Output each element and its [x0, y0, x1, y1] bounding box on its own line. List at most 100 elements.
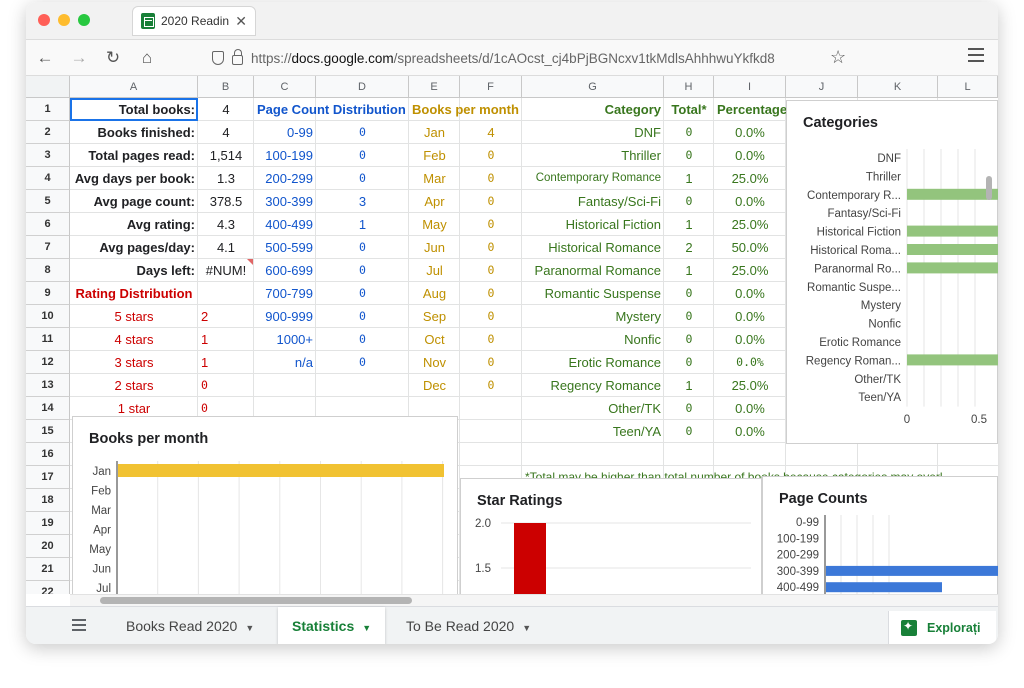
page-count[interactable]: 0	[316, 236, 409, 259]
explore-button[interactable]: Explorați	[888, 611, 996, 644]
category-percentage[interactable]: 0.0%	[714, 305, 786, 328]
summary-label[interactable]: Days left:	[70, 259, 198, 282]
category-name[interactable]: Nonfic	[522, 328, 664, 351]
category-total[interactable]: 0	[664, 282, 714, 305]
category-total[interactable]: 0	[664, 420, 714, 443]
month-count[interactable]: 0	[460, 328, 522, 351]
month-label[interactable]: Apr	[409, 190, 460, 213]
page-counts-chart[interactable]: Page Counts 0-99 100-199 200-299 300-399 400-…	[762, 476, 998, 594]
category-name[interactable]: DNF	[522, 121, 664, 144]
category-percentage[interactable]: 0.0%	[714, 144, 786, 167]
hamburger-menu-icon[interactable]	[968, 48, 984, 62]
all-sheets-menu-icon[interactable]	[72, 619, 86, 631]
month-label[interactable]: Jan	[409, 121, 460, 144]
month-label[interactable]: Sep	[409, 305, 460, 328]
category-name[interactable]: Romantic Suspense	[522, 282, 664, 305]
category-total[interactable]: 0	[664, 328, 714, 351]
page-range[interactable]: 700-799	[254, 282, 316, 305]
row-header-5[interactable]: 5	[26, 190, 70, 213]
row-header-8[interactable]: 8	[26, 259, 70, 282]
row-header-6[interactable]: 6	[26, 213, 70, 236]
category-percentage[interactable]: 0.0%	[714, 190, 786, 213]
row-header-1[interactable]: 1	[26, 98, 70, 121]
month-label[interactable]: Oct	[409, 328, 460, 351]
rating-label[interactable]: 2 stars	[70, 374, 198, 397]
vertical-scrollbar-thumb[interactable]	[986, 176, 992, 200]
row-header-14[interactable]: 14	[26, 397, 70, 420]
column-header-a[interactable]: A	[70, 76, 198, 98]
row-header-11[interactable]: 11	[26, 328, 70, 351]
page-count[interactable]: 0	[316, 351, 409, 374]
category-total[interactable]: 1	[664, 374, 714, 397]
row-header-2[interactable]: 2	[26, 121, 70, 144]
page-count[interactable]: 3	[316, 190, 409, 213]
month-label[interactable]: Jul	[409, 259, 460, 282]
category-header[interactable]: Category	[522, 98, 664, 121]
rating-value[interactable]: 0	[198, 374, 254, 397]
rating-label[interactable]: 4 stars	[70, 328, 198, 351]
summary-value[interactable]: 4.1	[198, 236, 254, 259]
month-label[interactable]: Aug	[409, 282, 460, 305]
summary-value[interactable]: 4	[198, 121, 254, 144]
url-bar[interactable]: https://docs.google.com/spreadsheets/d/1…	[212, 46, 854, 70]
sheet-tab-books-read[interactable]: Books Read 2020 ▼	[112, 607, 268, 644]
column-header-j[interactable]: J	[786, 76, 858, 98]
month-count[interactable]: 0	[460, 351, 522, 374]
category-name[interactable]: Historical Romance	[522, 236, 664, 259]
category-total[interactable]: 1	[664, 167, 714, 190]
month-label[interactable]: Feb	[409, 144, 460, 167]
column-header-h[interactable]: H	[664, 76, 714, 98]
month-count[interactable]: 0	[460, 213, 522, 236]
summary-value[interactable]: 1,514	[198, 144, 254, 167]
caret-down-icon[interactable]: ▼	[522, 623, 531, 633]
caret-down-icon[interactable]: ▼	[362, 623, 371, 633]
row-header-18[interactable]: 18	[26, 489, 70, 512]
row-header-16[interactable]: 16	[26, 443, 70, 466]
total-header[interactable]: Total*	[664, 98, 714, 121]
month-count[interactable]: 4	[460, 121, 522, 144]
summary-label[interactable]: Avg rating:	[70, 213, 198, 236]
bookmark-star-icon[interactable]: ☆	[830, 47, 846, 68]
month-count[interactable]: 0	[460, 236, 522, 259]
forward-arrow-icon[interactable]: →	[68, 47, 90, 69]
month-count[interactable]: 0	[460, 259, 522, 282]
month-count[interactable]: 0	[460, 144, 522, 167]
month-count[interactable]: 0	[460, 305, 522, 328]
column-header-l[interactable]: L	[938, 76, 998, 98]
select-all-corner[interactable]	[26, 76, 70, 98]
category-name[interactable]: Other/TK	[522, 397, 664, 420]
row-header-10[interactable]: 10	[26, 305, 70, 328]
summary-value[interactable]: 1.3	[198, 167, 254, 190]
summary-value[interactable]: 378.5	[198, 190, 254, 213]
category-percentage[interactable]: 25.0%	[714, 167, 786, 190]
page-count[interactable]: 0	[316, 121, 409, 144]
page-range[interactable]: 100-199	[254, 144, 316, 167]
page-count[interactable]: 0	[316, 167, 409, 190]
category-percentage[interactable]: 0.0%	[714, 397, 786, 420]
page-range[interactable]: 500-599	[254, 236, 316, 259]
summary-label[interactable]: Avg page count:	[70, 190, 198, 213]
page-count[interactable]: 0	[316, 144, 409, 167]
page-range[interactable]: 600-699	[254, 259, 316, 282]
row-header-19[interactable]: 19	[26, 512, 70, 535]
category-total[interactable]: 0	[664, 351, 714, 374]
row-header-7[interactable]: 7	[26, 236, 70, 259]
row-header-20[interactable]: 20	[26, 535, 70, 558]
percentage-header[interactable]: Percentage	[714, 98, 786, 121]
category-total[interactable]: 1	[664, 213, 714, 236]
page-count-header[interactable]: Page Count Distribution	[254, 98, 409, 121]
spreadsheet-grid[interactable]: A B C D E F G H I J K L 1 2 3 4 5 6 7 8 9 10 11 12 13 14 15 16 17 18 1…	[26, 76, 998, 594]
caret-down-icon[interactable]: ▼	[245, 623, 254, 633]
column-header-b[interactable]: B	[198, 76, 254, 98]
month-label[interactable]: Jun	[409, 236, 460, 259]
books-per-month-header[interactable]: Books per month	[409, 98, 522, 121]
column-header-e[interactable]: E	[409, 76, 460, 98]
rating-label[interactable]: 3 stars	[70, 351, 198, 374]
category-total[interactable]: 0	[664, 121, 714, 144]
column-header-k[interactable]: K	[858, 76, 938, 98]
category-percentage[interactable]: 25.0%	[714, 259, 786, 282]
rating-distribution-header[interactable]: Rating Distribution	[70, 282, 198, 305]
close-icon[interactable]: ✕	[235, 13, 247, 30]
page-range[interactable]: 300-399	[254, 190, 316, 213]
month-count[interactable]: 0	[460, 167, 522, 190]
